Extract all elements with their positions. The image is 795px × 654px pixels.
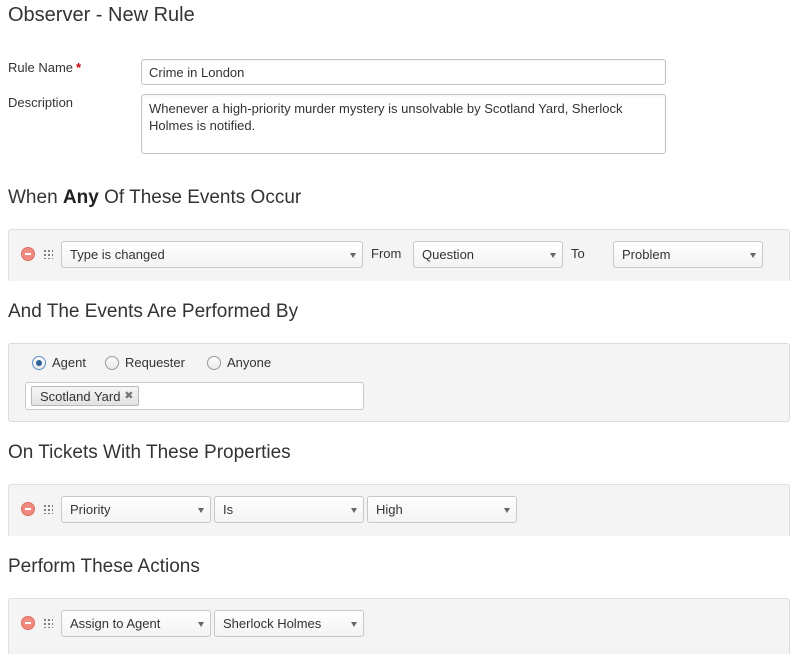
events-heading-prefix: When xyxy=(8,187,58,208)
to-label: To xyxy=(571,246,585,261)
agent-token-label: Scotland Yard xyxy=(40,389,121,404)
chevron-down-icon xyxy=(198,508,204,513)
from-value: Question xyxy=(422,247,475,262)
chevron-down-icon xyxy=(550,253,556,258)
remove-circle-icon[interactable] xyxy=(21,502,35,516)
agent-token: Scotland Yard ✖ xyxy=(31,386,140,406)
property-value-select[interactable]: High xyxy=(367,496,517,523)
action-value-value: Sherlock Holmes xyxy=(223,616,322,631)
remove-circle-icon[interactable] xyxy=(21,616,35,630)
chevron-down-icon xyxy=(351,508,357,513)
chevron-down-icon xyxy=(504,508,510,513)
chevron-down-icon xyxy=(750,253,756,258)
radio-anyone-label: Anyone xyxy=(227,355,272,370)
events-match-mode[interactable]: Any xyxy=(63,187,99,208)
remove-circle-icon[interactable] xyxy=(21,247,35,261)
property-operator-value: Is xyxy=(223,502,234,517)
event-type-select[interactable]: Type is changed xyxy=(61,241,363,268)
radio-agent-indicator xyxy=(32,356,46,370)
page-title: Observer - New Rule xyxy=(8,4,195,26)
actions-heading: Perform These Actions xyxy=(8,556,200,577)
action-value-select[interactable]: Sherlock Holmes xyxy=(214,610,364,637)
drag-handle-icon[interactable] xyxy=(43,618,53,628)
chevron-down-icon xyxy=(351,622,357,627)
radio-requester-label: Requester xyxy=(125,355,185,370)
events-heading-suffix: Of These Events Occur xyxy=(104,187,302,208)
description-label: Description xyxy=(8,95,74,110)
radio-requester-indicator xyxy=(105,356,119,370)
radio-anyone-indicator xyxy=(207,356,221,370)
action-row: Assign to Agent Sherlock Holmes xyxy=(8,598,790,654)
properties-heading: On Tickets With These Properties xyxy=(8,442,291,463)
description-textarea[interactable]: Whenever a high-priority murder mystery … xyxy=(141,94,666,154)
property-field-select[interactable]: Priority xyxy=(61,496,211,523)
token-remove-icon[interactable]: ✖ xyxy=(124,389,133,402)
events-condition-row: Type is changed From Question To Problem xyxy=(8,229,790,281)
from-label: From xyxy=(371,246,402,261)
rule-name-input[interactable]: Crime in London xyxy=(141,59,666,85)
rule-name-label-text: Rule Name xyxy=(8,60,74,75)
performed-by-heading: And The Events Are Performed By xyxy=(8,301,299,322)
rule-name-label: Rule Name * xyxy=(8,60,81,75)
property-value-value: High xyxy=(376,502,403,517)
radio-agent-label: Agent xyxy=(52,355,86,370)
to-value: Problem xyxy=(622,247,671,262)
performed-by-panel: Agent Requester Anyone Scotland Yard ✖ xyxy=(8,343,790,422)
to-select[interactable]: Problem xyxy=(613,241,763,268)
action-type-select[interactable]: Assign to Agent xyxy=(61,610,211,637)
from-select[interactable]: Question xyxy=(413,241,563,268)
properties-condition-row: Priority Is High xyxy=(8,484,790,536)
required-indicator: * xyxy=(76,60,82,75)
drag-handle-icon[interactable] xyxy=(43,504,53,514)
drag-handle-icon[interactable] xyxy=(43,249,53,259)
agent-token-input[interactable]: Scotland Yard ✖ xyxy=(25,382,364,410)
chevron-down-icon xyxy=(350,253,356,258)
action-type-value: Assign to Agent xyxy=(70,616,161,631)
events-heading: When Any Of These Events Occur xyxy=(8,187,301,209)
property-operator-select[interactable]: Is xyxy=(214,496,364,523)
event-type-value: Type is changed xyxy=(70,247,165,262)
chevron-down-icon xyxy=(198,622,204,627)
property-field-value: Priority xyxy=(70,502,111,517)
